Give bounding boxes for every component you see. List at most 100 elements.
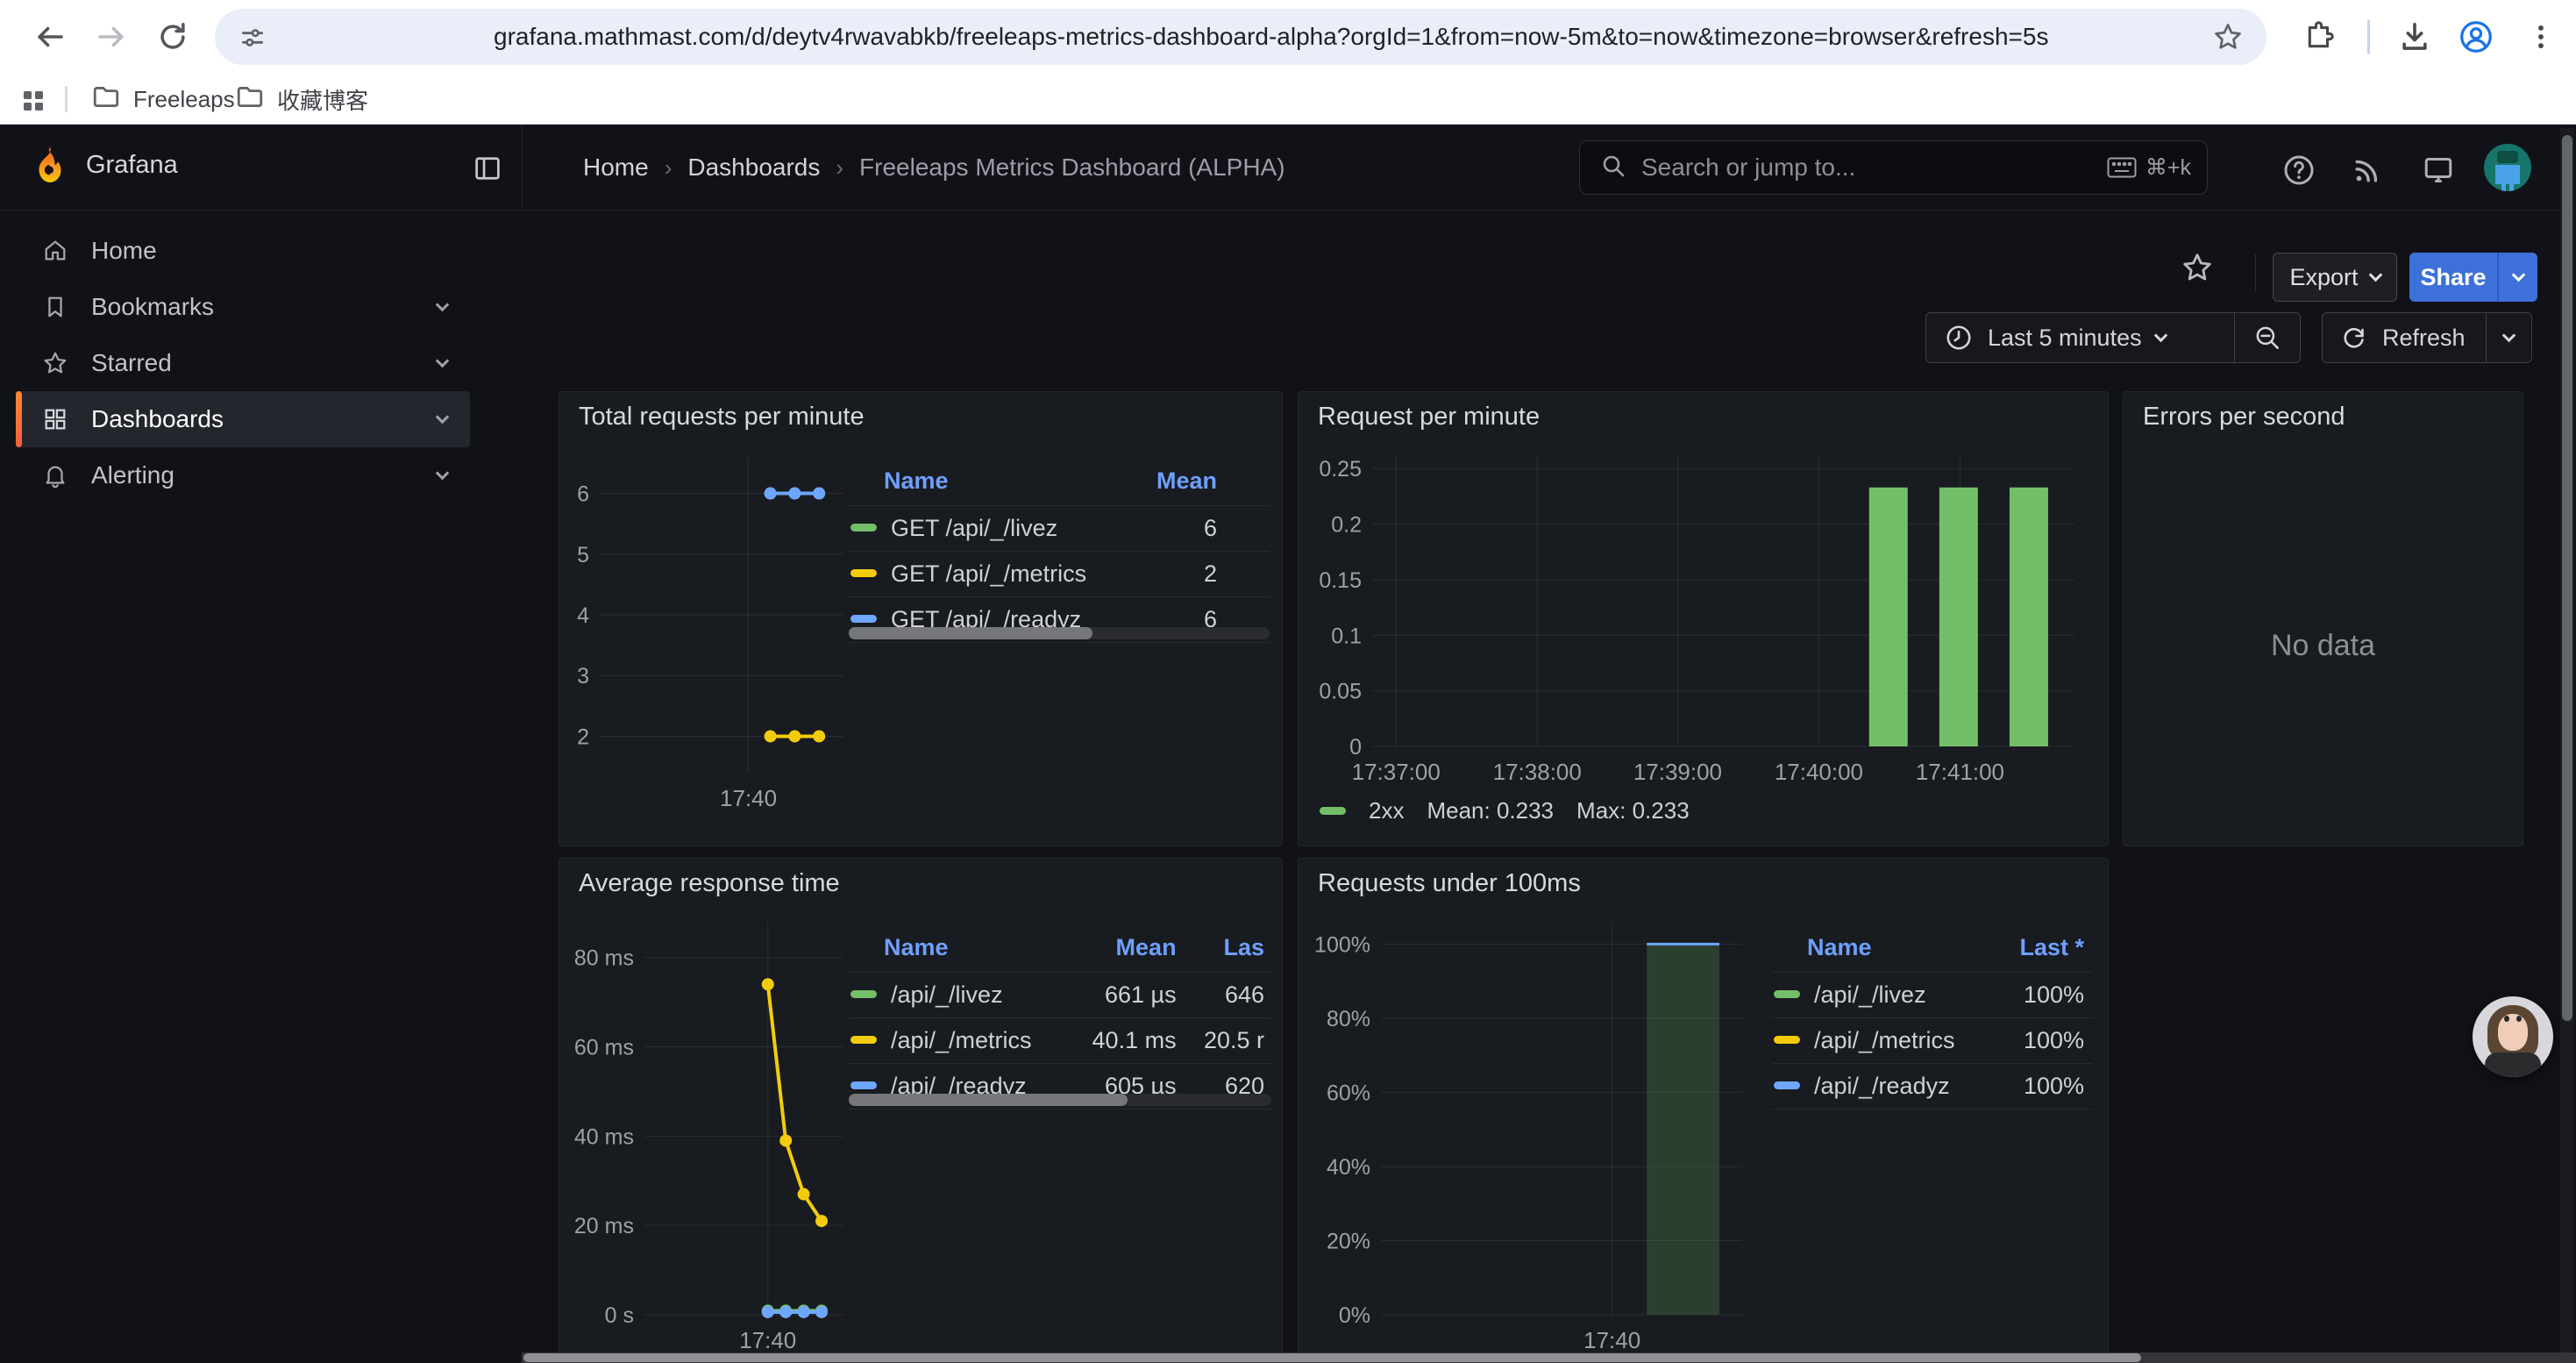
panel-title[interactable]: Errors per second [2143,403,2345,432]
zoom-out-icon [2252,323,2282,353]
export-button[interactable]: Export [2273,253,2397,302]
legend-column-name[interactable]: Name [1772,929,1977,973]
svg-text:17:37:00: 17:37:00 [1352,759,1441,785]
request-per-minute-chart[interactable]: 00.050.10.150.20.2517:37:0017:38:0017:39… [1304,441,2087,792]
search-shortcut: ⌘+k [2107,154,2191,181]
folder-icon [235,82,265,118]
sidebar-item-starred[interactable]: Starred [16,335,470,391]
back-icon[interactable] [24,11,76,63]
chevron-down-icon [436,297,450,311]
svg-text:40%: 40% [1327,1155,1370,1180]
series-value: 20.5 r [1184,1018,1271,1064]
legend-row[interactable]: GET /api/_/metrics2 [849,552,1270,597]
help-icon[interactable] [2278,149,2320,191]
panel-legend: NameMeanGET /api/_/livez6GET /api/_/metr… [849,462,1270,643]
reload-icon[interactable] [146,11,199,63]
series-legend[interactable]: 2xx Mean: 0.233 Max: 0.233 [1320,797,1690,824]
chevron-down-icon [2153,328,2167,342]
share-button[interactable]: Share [2409,253,2497,302]
sidebar-item-home[interactable]: Home [16,223,470,279]
assistant-avatar-widget[interactable] [2473,996,2553,1077]
news-rss-icon[interactable] [2346,149,2388,191]
breadcrumb-home[interactable]: Home [583,153,649,182]
search-box[interactable]: ⌘+k [1579,140,2208,195]
share-menu-button[interactable] [2497,253,2537,302]
panel-title[interactable]: Total requests per minute [579,403,865,432]
legend-row[interactable]: /api/_/metrics40.1 ms20.5 r [849,1018,1271,1064]
under-100ms-chart[interactable]: 100%80%60%40%20%0%17:40 [1304,908,1753,1360]
series-swatch [850,990,877,998]
zoom-out-button[interactable] [2235,313,2300,362]
apps-grid-icon[interactable] [16,83,51,118]
legend-scrollbar[interactable] [849,1094,1271,1106]
legend-row[interactable]: /api/_/livez661 µs646 [849,973,1271,1018]
panel-legend: NameMeanLas/api/_/livez661 µs646/api/_/m… [849,929,1271,1110]
legend-row[interactable]: GET /api/_/livez6 [849,506,1270,552]
legend-table: NameLast */api/_/livez100%/api/_/metrics… [1772,929,2093,1110]
chevron-down-icon [2511,268,2525,282]
refresh-button[interactable]: Refresh [2323,313,2486,362]
legend-row[interactable]: /api/_/metrics100% [1772,1018,2093,1064]
site-settings-icon[interactable] [238,23,267,57]
refresh-interval-button[interactable] [2487,313,2531,362]
legend-column-name[interactable]: Name [849,929,1051,973]
sidebar-item-alerting[interactable]: Alerting [16,447,470,503]
grafana-brand[interactable]: Grafana [86,151,178,180]
legend-column-las[interactable]: Las [1184,929,1271,973]
legend-column-last[interactable]: Last * [1977,929,2093,973]
sidebar-item-dashboards[interactable]: Dashboards [16,391,470,447]
legend-column-mean[interactable]: Mean [1147,462,1270,506]
series-name: GET /api/_/metrics [891,560,1086,587]
sidebar-item-bookmarks[interactable]: Bookmarks [16,279,470,335]
series-name: /api/_/livez [1814,981,1926,1008]
time-range-picker[interactable]: Last 5 minutes [1926,313,2234,362]
legend-scrollbar[interactable] [849,627,1270,639]
browser-menu-icon[interactable] [2515,11,2567,63]
search-input[interactable] [1641,153,2107,182]
header-divider [522,125,523,211]
favorite-star-icon[interactable] [2180,250,2215,285]
grafana-logo[interactable] [26,144,74,191]
series-value: 6 [1147,506,1270,552]
extensions-icon[interactable] [2293,11,2345,63]
svg-text:4: 4 [577,603,589,628]
panel-title[interactable]: Request per minute [1318,403,1540,432]
svg-text:0.25: 0.25 [1319,457,1362,482]
svg-text:80%: 80% [1327,1007,1370,1031]
breadcrumb-separator: › [836,154,843,182]
bookmark-folder-freeleaps[interactable]: Freeleaps [91,74,235,125]
refresh-icon [2340,324,2368,352]
bookmark-folder-blogs[interactable]: 收藏博客 [235,74,368,125]
forward-icon[interactable] [85,11,138,63]
kiosk-monitor-icon[interactable] [2417,149,2459,191]
legend-row[interactable]: /api/_/livez100% [1772,973,2093,1018]
sidebar-toggle-icon[interactable] [472,153,503,189]
svg-text:6: 6 [577,482,589,507]
legend-column-name[interactable]: Name [849,462,1147,506]
legend-column-mean[interactable]: Mean [1051,929,1184,973]
bookmark-label: 收藏博客 [277,83,368,116]
legend-row[interactable]: /api/_/readyz100% [1772,1064,2093,1110]
app-window: Freeleaps 收藏博客 Grafana Home › Dashboa [0,0,2576,1363]
total-requests-chart[interactable]: 6543217:40 [561,443,856,815]
panel-title[interactable]: Requests under 100ms [1318,869,1581,898]
downloads-icon[interactable] [2388,11,2441,63]
bookmark-star-icon[interactable] [2212,21,2244,57]
panel-title[interactable]: Average response time [579,869,840,898]
user-avatar[interactable] [2484,144,2531,191]
url-bar[interactable] [215,9,2266,65]
profile-icon[interactable] [2450,11,2502,63]
average-response-chart[interactable]: 80 ms60 ms40 ms20 ms0 s17:40 [561,908,856,1360]
star-icon [42,350,68,376]
svg-text:17:40: 17:40 [720,785,777,811]
page-vertical-scrollbar[interactable] [2560,128,2574,1363]
url-input[interactable] [494,9,2405,65]
share-button-group: Share [2409,253,2537,302]
time-controls: Last 5 minutes [1925,312,2301,363]
series-mean: Mean: 0.233 [1427,797,1554,824]
breadcrumb-dashboards[interactable]: Dashboards [687,153,820,182]
svg-text:20 ms: 20 ms [574,1214,634,1238]
page-horizontal-scrollbar[interactable] [522,1352,2576,1363]
bookmark-icon [42,294,68,320]
series-value: 40.1 ms [1051,1018,1184,1064]
